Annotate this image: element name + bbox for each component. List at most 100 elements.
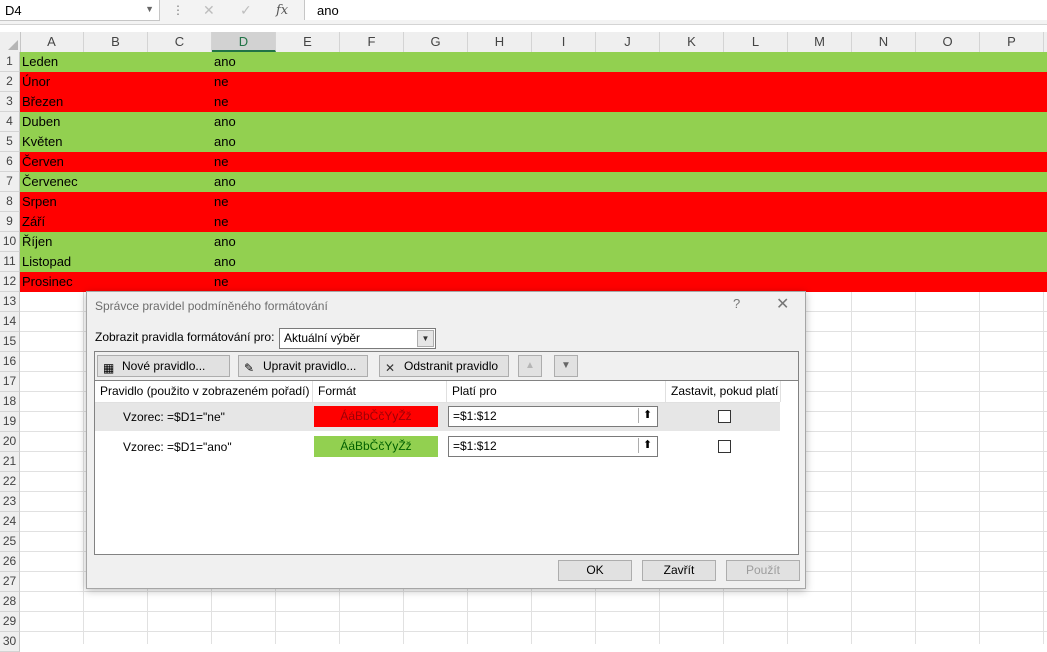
cell-flag[interactable]: ne (214, 154, 228, 169)
insert-function-icon[interactable]: fx (276, 3, 288, 18)
move-up-button[interactable]: ▲ (518, 355, 542, 377)
row-header-23[interactable]: 23 (0, 492, 20, 512)
row-header-10[interactable]: 10 (0, 232, 20, 252)
column-header-p[interactable]: P (980, 32, 1044, 52)
row-header-25[interactable]: 25 (0, 532, 20, 552)
row-header-28[interactable]: 28 (0, 592, 20, 612)
help-icon[interactable]: ? (733, 296, 740, 311)
row-header-1[interactable]: 1 (0, 52, 20, 72)
row-header-24[interactable]: 24 (0, 512, 20, 532)
column-header-a[interactable]: A (20, 32, 84, 52)
column-header-b[interactable]: B (84, 32, 148, 52)
edit-rule-button[interactable]: ✎ Upravit pravidlo... (238, 355, 368, 377)
row-header-7[interactable]: 7 (0, 172, 20, 192)
apply-button[interactable]: Použít (726, 560, 800, 581)
row-header-5[interactable]: 5 (0, 132, 20, 152)
column-header-i[interactable]: I (532, 32, 596, 52)
row-header-19[interactable]: 19 (0, 412, 20, 432)
column-header-e[interactable]: E (276, 32, 340, 52)
cell-month[interactable]: Listopad (22, 254, 71, 269)
row-header-6[interactable]: 6 (0, 152, 20, 172)
row-header-17[interactable]: 17 (0, 372, 20, 392)
cell-month[interactable]: Duben (22, 114, 60, 129)
row-header-4[interactable]: 4 (0, 112, 20, 132)
column-header-h[interactable]: H (468, 32, 532, 52)
data-row[interactable]: Duben ano (20, 112, 1047, 132)
column-header-c[interactable]: C (148, 32, 212, 52)
close-icon[interactable]: ✕ (776, 294, 789, 314)
data-row[interactable]: Červenec ano (20, 172, 1047, 192)
cell-flag[interactable]: ano (214, 254, 236, 269)
cell-month[interactable]: Prosinec (22, 274, 73, 289)
delete-rule-button[interactable]: ✕ Odstranit pravidlo (379, 355, 509, 377)
cell-flag[interactable]: ne (214, 194, 228, 209)
column-header-j[interactable]: J (596, 32, 660, 52)
cell-month[interactable]: Srpen (22, 194, 57, 209)
cell-month[interactable]: Květen (22, 134, 62, 149)
data-row[interactable]: Říjen ano (20, 232, 1047, 252)
applies-to-input[interactable]: =$1:$12 ⬆ (448, 406, 658, 427)
data-row[interactable]: Prosinec ne (20, 272, 1047, 292)
more-vertical-icon[interactable]: ⋮ (172, 3, 184, 17)
cell-flag[interactable]: ano (214, 134, 236, 149)
cell-flag[interactable]: ano (214, 174, 236, 189)
formula-input[interactable]: ano (304, 0, 1047, 20)
data-row[interactable]: Únor ne (20, 72, 1047, 92)
cell-flag[interactable]: ne (214, 274, 228, 289)
cell-flag[interactable]: ne (214, 94, 228, 109)
column-header-k[interactable]: K (660, 32, 724, 52)
row-header-8[interactable]: 8 (0, 192, 20, 212)
row-header-30[interactable]: 30 (0, 632, 20, 652)
rule-row[interactable]: Vzorec: =$D1="ne" ÁáBbČčYyŽž =$1:$12 ⬆ (95, 403, 780, 431)
cancel-icon[interactable]: ✕ (203, 2, 215, 19)
data-row[interactable]: Leden ano (20, 52, 1047, 72)
cell-flag[interactable]: ne (214, 214, 228, 229)
row-header-11[interactable]: 11 (0, 252, 20, 272)
row-header-16[interactable]: 16 (0, 352, 20, 372)
column-header-l[interactable]: L (724, 32, 788, 52)
move-down-button[interactable]: ▼ (554, 355, 578, 377)
range-picker-icon[interactable]: ⬆ (638, 438, 656, 453)
select-all-button[interactable] (0, 32, 21, 52)
column-header-m[interactable]: M (788, 32, 852, 52)
column-header-d[interactable]: D (212, 32, 276, 52)
cell-month[interactable]: Září (22, 214, 45, 229)
cell-month[interactable]: Říjen (22, 234, 52, 249)
row-header-18[interactable]: 18 (0, 392, 20, 412)
chevron-down-icon[interactable]: ▼ (417, 330, 434, 347)
cell-month[interactable]: Leden (22, 54, 58, 69)
row-header-20[interactable]: 20 (0, 432, 20, 452)
stop-if-true-checkbox[interactable] (718, 440, 731, 453)
column-header-f[interactable]: F (340, 32, 404, 52)
row-header-13[interactable]: 13 (0, 292, 20, 312)
row-header-26[interactable]: 26 (0, 552, 20, 572)
rule-row[interactable]: Vzorec: =$D1="ano" ÁáBbČčYyŽž =$1:$12 ⬆ (95, 433, 780, 461)
row-header-21[interactable]: 21 (0, 452, 20, 472)
data-row[interactable]: Září ne (20, 212, 1047, 232)
row-header-22[interactable]: 22 (0, 472, 20, 492)
close-button[interactable]: Zavřít (642, 560, 716, 581)
column-header-g[interactable]: G (404, 32, 468, 52)
cell-month[interactable]: Červenec (22, 174, 78, 189)
cell-flag[interactable]: ano (214, 54, 236, 69)
row-header-12[interactable]: 12 (0, 272, 20, 292)
cell-flag[interactable]: ano (214, 114, 236, 129)
chevron-down-icon[interactable]: ▼ (145, 4, 154, 14)
cell-month[interactable]: Březen (22, 94, 63, 109)
row-header-3[interactable]: 3 (0, 92, 20, 112)
cell-month[interactable]: Červen (22, 154, 64, 169)
cell-flag[interactable]: ne (214, 74, 228, 89)
cell-flag[interactable]: ano (214, 234, 236, 249)
row-header-29[interactable]: 29 (0, 612, 20, 632)
check-icon[interactable]: ✓ (240, 2, 252, 19)
new-rule-button[interactable]: ▦ Nové pravidlo... (97, 355, 230, 377)
cell-month[interactable]: Únor (22, 74, 50, 89)
data-row[interactable]: Červen ne (20, 152, 1047, 172)
row-header-9[interactable]: 9 (0, 212, 20, 232)
column-header-o[interactable]: O (916, 32, 980, 52)
row-header-2[interactable]: 2 (0, 72, 20, 92)
range-picker-icon[interactable]: ⬆ (638, 408, 656, 423)
applies-to-input[interactable]: =$1:$12 ⬆ (448, 436, 658, 457)
row-header-27[interactable]: 27 (0, 572, 20, 592)
name-box[interactable]: D4 ▼ (0, 0, 160, 21)
